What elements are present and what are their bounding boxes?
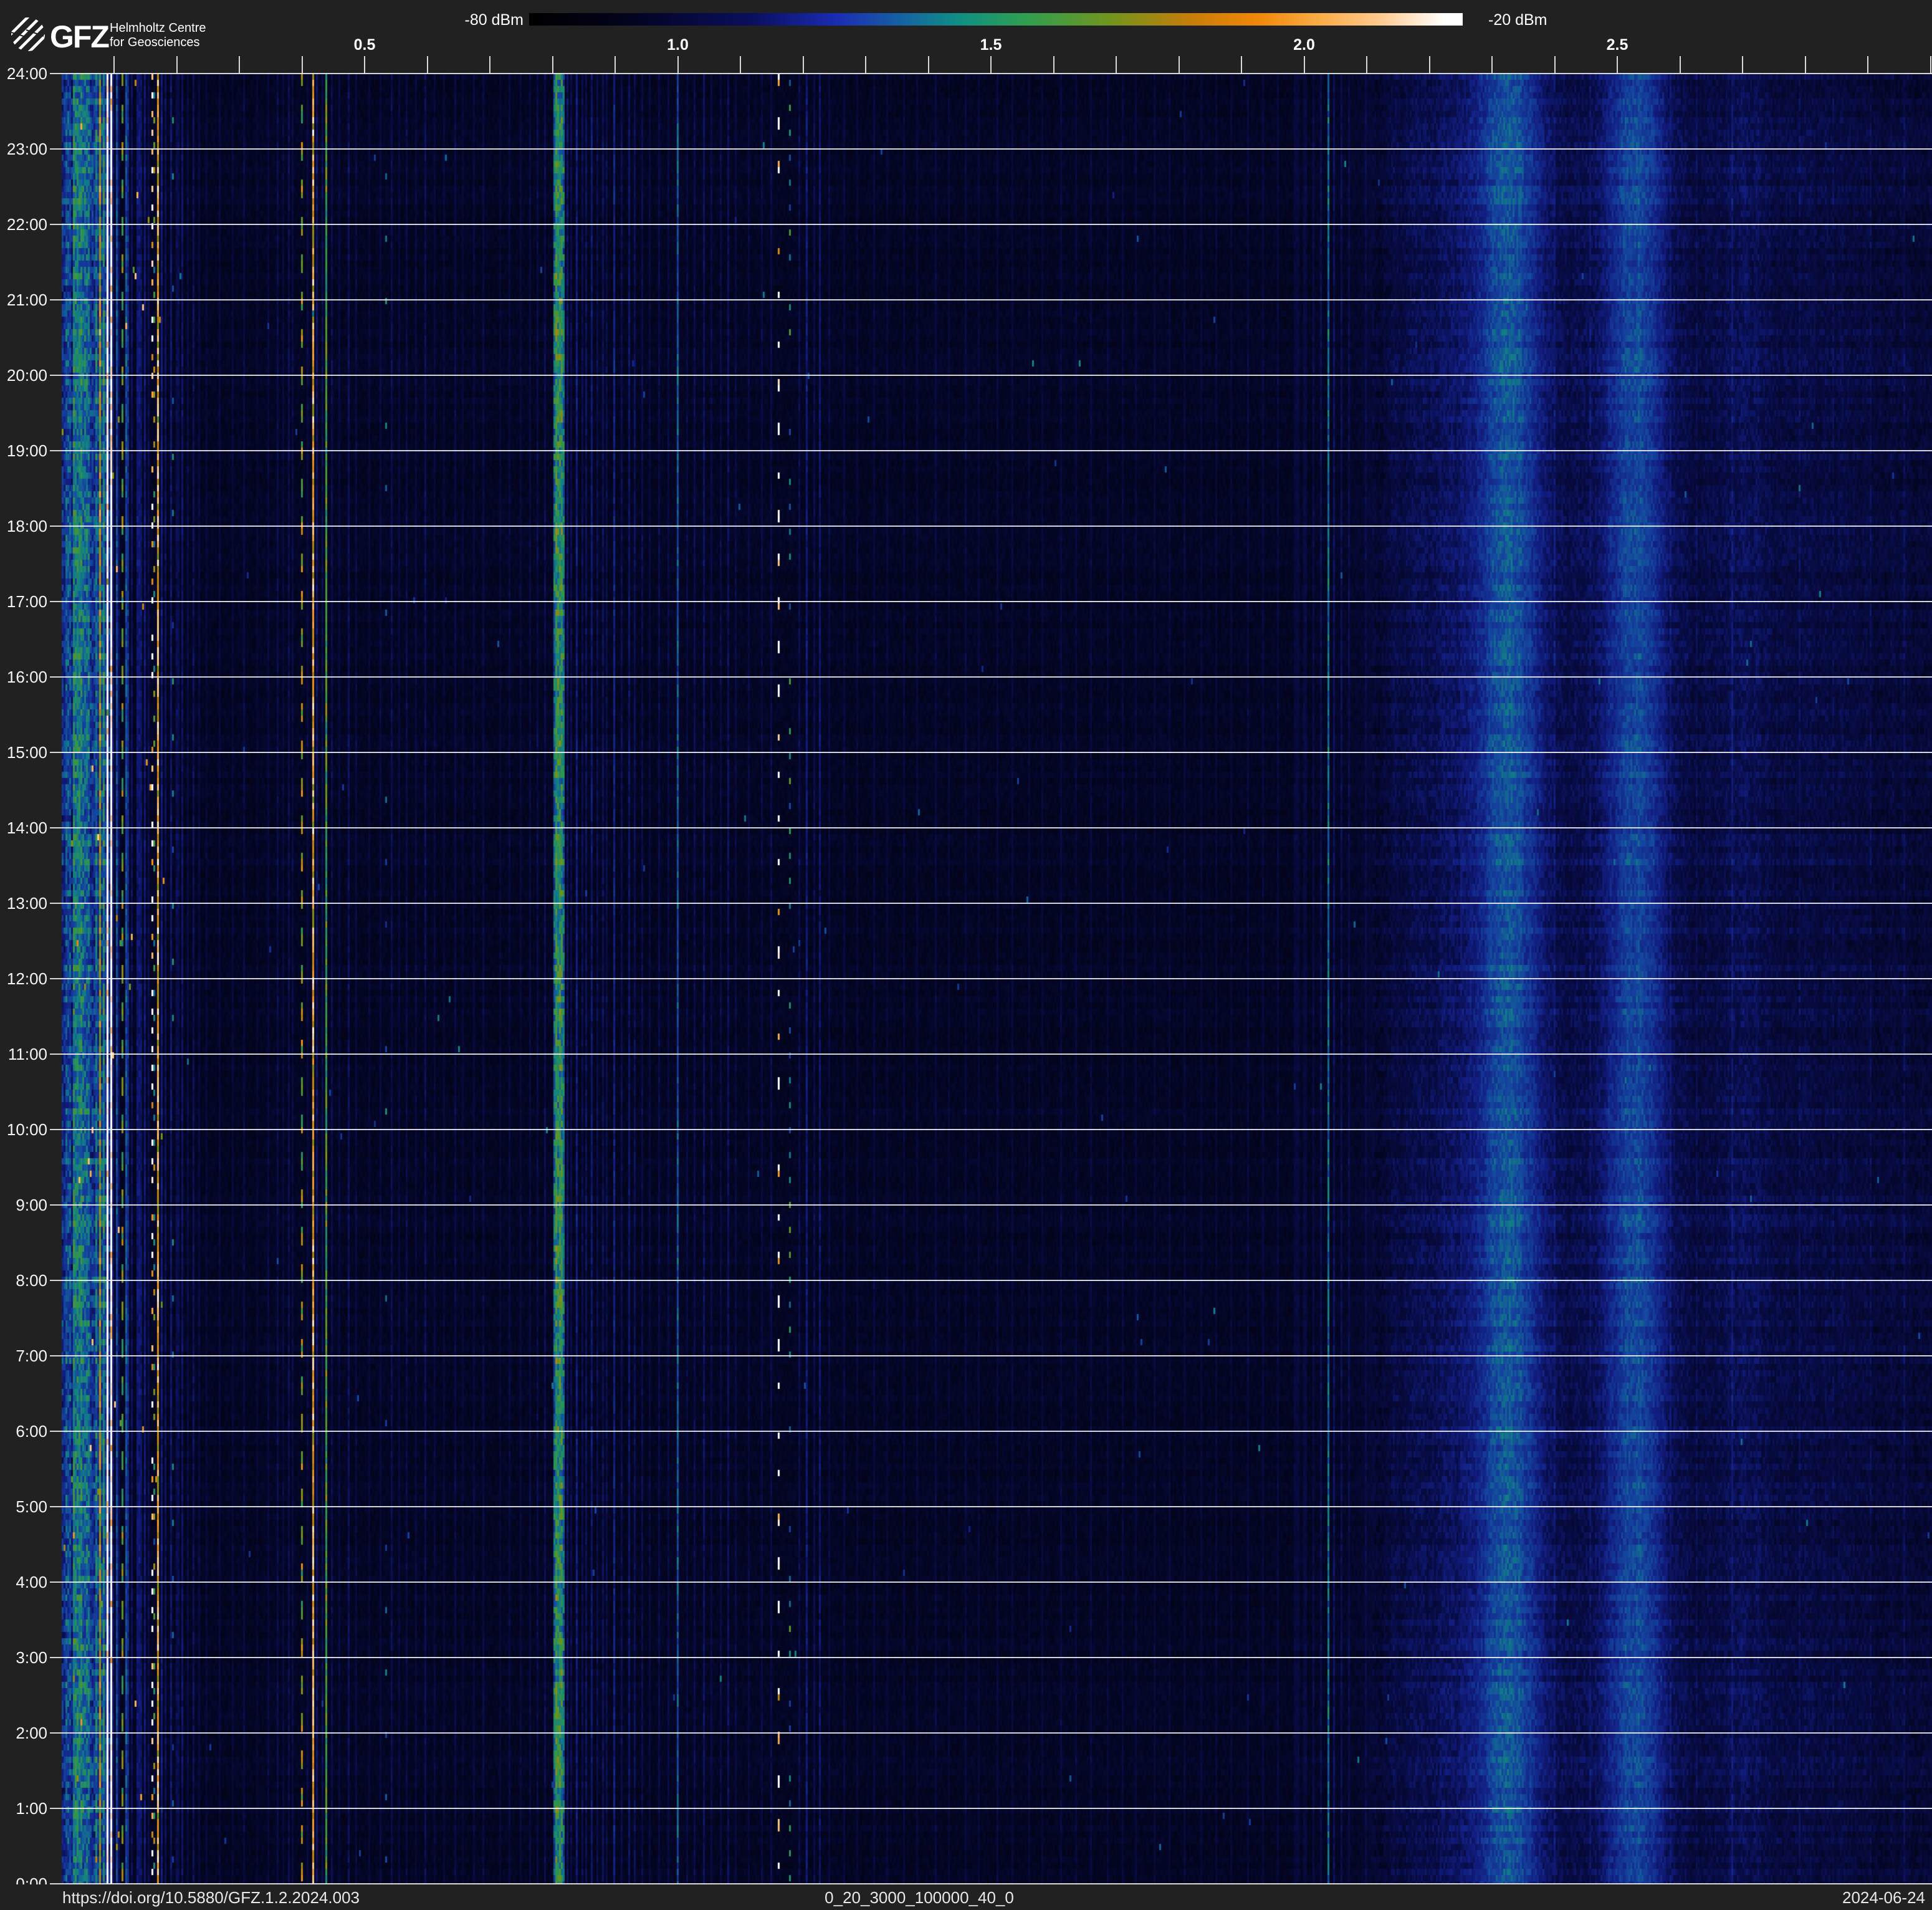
hour-gridline (50, 1355, 1932, 1356)
freq-tick (302, 56, 303, 74)
freq-tick (552, 56, 553, 74)
hour-gridline (50, 1732, 1932, 1734)
spectrogram-page: GFZ Helmholtz Centre for Geosciences -80… (0, 0, 1932, 1910)
freq-tick (1179, 56, 1180, 74)
hour-gridline (50, 299, 1932, 300)
time-tick-label: 22:00 (2, 215, 47, 234)
freq-tick (677, 56, 679, 74)
hour-gridline (50, 224, 1932, 225)
freq-tick (489, 56, 490, 74)
hour-gridline (50, 525, 1932, 527)
time-tick-label: 2:00 (2, 1724, 47, 1742)
freq-tick (1366, 56, 1367, 74)
freq-tick (1304, 56, 1305, 74)
time-tick-label: 5:00 (2, 1497, 47, 1516)
hour-gridline (50, 903, 1932, 904)
time-tick-label: 11:00 (2, 1045, 47, 1063)
freq-tick (615, 56, 616, 74)
hour-gridline (50, 1053, 1932, 1055)
time-tick-label: 4:00 (2, 1573, 47, 1591)
freq-tick (113, 56, 115, 74)
freq-tick (990, 56, 992, 74)
logo-subtitle-line1: Helmholtz Centre (110, 21, 206, 36)
hour-gridline (50, 375, 1932, 376)
time-tick-label: 16:00 (2, 668, 47, 686)
gfz-logo-icon (10, 16, 46, 52)
freq-tick (1053, 56, 1054, 74)
hour-gridline (50, 1129, 1932, 1130)
hour-gridline (50, 1808, 1932, 1809)
footer: https://doi.org/10.5880/GFZ.1.2.2024.003… (0, 1884, 1932, 1910)
freq-tick (1742, 56, 1743, 74)
freq-tick (1805, 56, 1806, 74)
time-tick-label: 20:00 (2, 366, 47, 385)
hour-gridline (50, 1431, 1932, 1432)
freq-tick (176, 56, 178, 74)
hour-gridline (50, 827, 1932, 828)
logo-acronym: GFZ (50, 19, 108, 55)
colorbar-max-label: -20 dBm (1488, 11, 1613, 29)
time-tick-label: 17:00 (2, 592, 47, 611)
time-tick-label: 18:00 (2, 517, 47, 535)
freq-tick (1491, 56, 1493, 74)
time-tick-label: 21:00 (2, 290, 47, 309)
time-tick-label: 7:00 (2, 1346, 47, 1365)
doi-link[interactable]: https://doi.org/10.5880/GFZ.1.2.2024.003 (62, 1888, 360, 1908)
time-tick-label: 8:00 (2, 1271, 47, 1290)
hour-gridline (50, 978, 1932, 979)
hour-gridline (50, 1657, 1932, 1658)
hour-gridline (50, 601, 1932, 602)
freq-tick (1867, 56, 1868, 74)
time-tick-label: 1:00 (2, 1799, 47, 1818)
freq-tick (1241, 56, 1242, 74)
hour-gridline (50, 148, 1932, 150)
freq-tick-label: 2.5 (1592, 36, 1642, 54)
hour-gridline (50, 450, 1932, 451)
freq-tick (239, 56, 240, 74)
freq-tick (928, 56, 929, 74)
capture-settings-label: 0_20_3000_100000_40_0 (825, 1888, 1014, 1908)
freq-tick (740, 56, 741, 74)
freq-tick-label: 1.0 (653, 36, 703, 54)
freq-tick (1429, 56, 1430, 74)
freq-tick (1617, 56, 1618, 74)
logo-subtitle: Helmholtz Centre for Geosciences (110, 21, 206, 50)
freq-tick (1680, 56, 1681, 74)
time-tick-label: 14:00 (2, 818, 47, 837)
logo-subtitle-line2: for Geosciences (110, 36, 206, 50)
time-tick-label: 3:00 (2, 1648, 47, 1667)
freq-tick-label: 0.5 (340, 36, 390, 54)
hour-gridline (50, 1581, 1932, 1583)
freq-tick (364, 56, 365, 74)
hour-gridline (50, 1506, 1932, 1507)
time-tick-label: 19:00 (2, 441, 47, 460)
time-tick-label: 15:00 (2, 743, 47, 762)
freq-tick (427, 56, 428, 74)
time-tick-label: 12:00 (2, 969, 47, 988)
colorbar-min-label: -80 dBm (430, 11, 524, 29)
freq-tick (1116, 56, 1117, 74)
time-tick-label: 6:00 (2, 1422, 47, 1441)
time-tick-label: 9:00 (2, 1196, 47, 1214)
colorbar-gradient (529, 13, 1463, 26)
hour-gridline (50, 676, 1932, 678)
freq-tick (865, 56, 866, 74)
freq-tick (1554, 56, 1556, 74)
hour-gridline (50, 752, 1932, 753)
freq-tick-label: 2.0 (1279, 36, 1329, 54)
date-label: 2024-06-24 (1842, 1888, 1925, 1908)
time-tick-label: 10:00 (2, 1120, 47, 1139)
time-tick-label: 23:00 (2, 140, 47, 158)
time-tick-label: 24:00 (2, 64, 47, 83)
freq-tick (1930, 56, 1931, 74)
time-tick-label: 13:00 (2, 894, 47, 913)
hour-gridline (50, 1280, 1932, 1281)
hour-gridline (50, 1204, 1932, 1206)
freq-tick (803, 56, 804, 74)
freq-tick-label: 1.5 (966, 36, 1016, 54)
hour-gridline (50, 73, 1932, 74)
